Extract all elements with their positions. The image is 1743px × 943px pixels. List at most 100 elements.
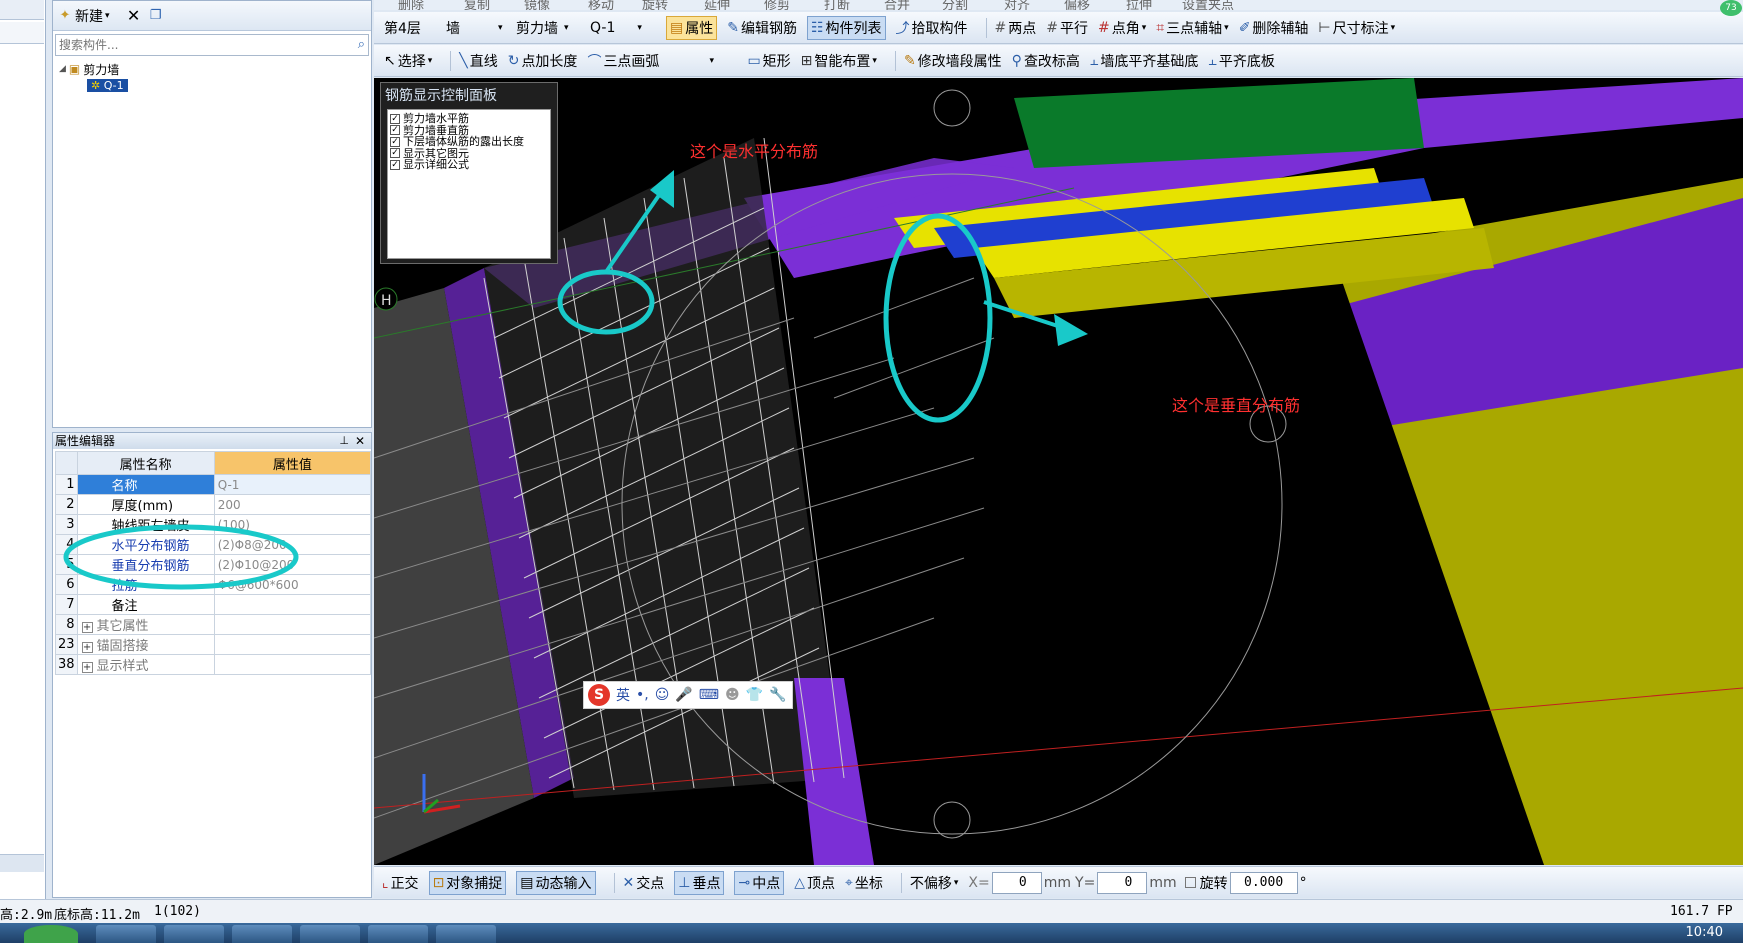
property-group[interactable]: + 其它属性 (76, 614, 215, 635)
checkbox-checked-icon[interactable]: ✓ (390, 125, 400, 136)
wrench-icon[interactable]: 🔧 (769, 687, 786, 703)
checkbox-checked-icon[interactable]: ✓ (390, 113, 400, 124)
y-input[interactable] (1097, 871, 1148, 894)
emoji-icon[interactable]: ☺ (655, 687, 670, 703)
point-angle-button[interactable]: # 点角 ▾ (1098, 18, 1146, 38)
pick-component-button[interactable]: ⤴ 拾取构件 (896, 18, 968, 38)
expand-icon[interactable]: + (81, 622, 93, 633)
taskbar-app-6[interactable] (436, 925, 496, 943)
tree-node-root[interactable]: ◢ ▣ 剪力墙 (59, 61, 128, 77)
line-button[interactable]: ╲ 直线 (459, 51, 497, 71)
close-icon[interactable]: ✕ (355, 433, 365, 449)
perpendicular-toggle[interactable]: ⊥ 垂点 (674, 870, 725, 895)
option-wall-horizontal[interactable]: ✓ 剪力墙水平筋 (390, 113, 548, 125)
check-elevation-button[interactable]: ⚲ 查改标高 (1012, 51, 1080, 71)
object-snap-toggle[interactable]: ⊡ 对象捕捉 (428, 870, 507, 895)
vertex-toggle[interactable]: △ 顶点 (794, 873, 835, 893)
skin-icon[interactable]: 👕 (746, 687, 763, 703)
checkbox-checked-icon[interactable]: ✓ (390, 159, 400, 170)
three-point-arc-button[interactable]: ⌒ 三点画弧 ▾ (587, 51, 737, 71)
toolbar-move[interactable]: 移动 (588, 0, 614, 10)
delete-axis-button[interactable]: ✐ 删除辅轴 (1239, 18, 1309, 38)
type-select[interactable]: 剪力墙 ▾ (516, 18, 580, 38)
keyboard-icon[interactable]: ⌨ (699, 687, 719, 703)
start-button[interactable] (24, 925, 78, 943)
taskbar-clock[interactable]: 10:40 (1686, 925, 1723, 940)
toolbar-extend[interactable]: 延伸 (704, 0, 730, 10)
component-search-input[interactable] (56, 35, 346, 55)
toolbar-set-grip[interactable]: 设置夹点 (1182, 0, 1234, 10)
property-value[interactable]: Q-1 (213, 474, 372, 495)
3d-viewport[interactable]: H (374, 78, 1743, 865)
left-panel-row[interactable] (0, 22, 44, 44)
parallel-button[interactable]: # 平行 (1046, 18, 1088, 38)
property-group[interactable]: + 显示样式 (76, 654, 215, 675)
new-button[interactable]: ✦ 新建 ▾ (57, 6, 110, 26)
point-length-button[interactable]: ↻ 点加长度 (508, 51, 578, 71)
table-row[interactable]: 7 备注 (55, 594, 372, 615)
toolbar-break[interactable]: 打断 (824, 0, 850, 10)
two-points-button[interactable]: # 两点 (995, 18, 1037, 38)
rotate-input[interactable] (1229, 871, 1298, 894)
toolbar-mirror[interactable]: 镜像 (524, 0, 550, 10)
ime-language[interactable]: 英 (616, 685, 630, 705)
toolbar-copy[interactable]: 复制 (464, 0, 490, 10)
toolbar-stretch[interactable]: 拉伸 (1126, 0, 1152, 10)
offset-select[interactable]: 不偏移 ▾ (910, 873, 959, 893)
table-row[interactable]: 23 + 锚固搭接 (55, 634, 372, 655)
table-row[interactable]: 8 + 其它属性 (55, 614, 372, 635)
ime-logo-icon[interactable]: S (588, 684, 610, 706)
delete-icon[interactable]: ✕ (126, 7, 142, 24)
3d-scene[interactable]: H (374, 78, 1743, 865)
dimension-button[interactable]: ⊢ 尺寸标注 ▾ (1318, 18, 1395, 38)
taskbar-app-5[interactable] (368, 925, 428, 943)
toolbar-rotate[interactable]: 旋转 (642, 0, 668, 10)
taskbar-app-3[interactable] (232, 925, 292, 943)
ortho-toggle[interactable]: ⌞ 正交 (382, 873, 419, 893)
expand-icon[interactable]: + (81, 662, 93, 673)
x-input[interactable] (991, 871, 1042, 894)
midpoint-toggle[interactable]: ⊸ 中点 (734, 870, 785, 895)
rotate-checkbox[interactable] (1184, 877, 1196, 888)
table-row[interactable]: 2 厚度(mm) 200 (55, 494, 372, 515)
dynamic-input-toggle[interactable]: ▤ 动态输入 (516, 870, 596, 895)
copy-icon[interactable]: ❐ (148, 8, 164, 24)
option-lower-wall-exposed[interactable]: ✓ 下层墙体纵筋的露出长度 (390, 136, 548, 148)
tree-child-label[interactable]: ✲ Q-1 (87, 78, 128, 92)
toolbar-align[interactable]: 对齐 (1004, 0, 1030, 10)
select-button[interactable]: ↖ 选择 ▾ (384, 51, 432, 71)
user-icon[interactable]: ☻ (725, 687, 740, 703)
punctuation-icon[interactable]: •, (636, 687, 649, 703)
expand-icon[interactable]: + (81, 642, 93, 653)
component-list-button[interactable]: ☷ 构件列表 (806, 15, 886, 40)
property-value[interactable] (213, 594, 372, 615)
modify-wall-segment-button[interactable]: ✎ 修改墙段属性 (904, 51, 1002, 71)
microphone-icon[interactable]: 🎤 (675, 687, 692, 703)
coordinate-toggle[interactable]: ⌖ 坐标 (845, 873, 883, 893)
toolbar-split[interactable]: 分割 (942, 0, 968, 10)
taskbar-app-4[interactable] (300, 925, 360, 943)
rectangle-button[interactable]: ▭ 矩形 (747, 51, 790, 71)
property-button[interactable]: ▤ 属性 (666, 15, 718, 40)
property-value[interactable]: 200 (213, 494, 372, 515)
notification-badge[interactable]: 73 (1720, 0, 1742, 16)
orbit-handle-top[interactable] (933, 89, 971, 127)
pin-icon[interactable]: ⊥ (339, 433, 349, 449)
toolbar-delete[interactable]: 删除 (398, 0, 424, 10)
taskbar-app-1[interactable] (96, 925, 156, 943)
ime-toolbar[interactable]: S 英 •, ☺ 🎤 ⌨ ☻ 👕 🔧 (583, 681, 793, 709)
toolbar-merge[interactable]: 合并 (884, 0, 910, 10)
search-icon[interactable]: ⌕ (358, 37, 365, 52)
category-select[interactable]: 墙 ▾ (446, 18, 506, 38)
toolbar-offset[interactable]: 偏移 (1064, 0, 1090, 10)
taskbar-app-2[interactable] (164, 925, 224, 943)
smart-layout-button[interactable]: ⊞ 智能布置 ▾ (801, 51, 877, 71)
component-select[interactable]: Q-1 ▾ (590, 20, 656, 36)
intersection-toggle[interactable]: ✕ 交点 (623, 873, 665, 893)
table-row[interactable]: 1 名称 Q-1 (55, 474, 372, 495)
checkbox-checked-icon[interactable]: ✓ (390, 136, 400, 147)
table-row[interactable]: 38 + 显示样式 (55, 654, 372, 675)
collapse-icon[interactable]: ◢ (59, 64, 66, 74)
toolbar-trim[interactable]: 修剪 (764, 0, 790, 10)
option-show-formula[interactable]: ✓ 显示详细公式 (390, 159, 548, 171)
